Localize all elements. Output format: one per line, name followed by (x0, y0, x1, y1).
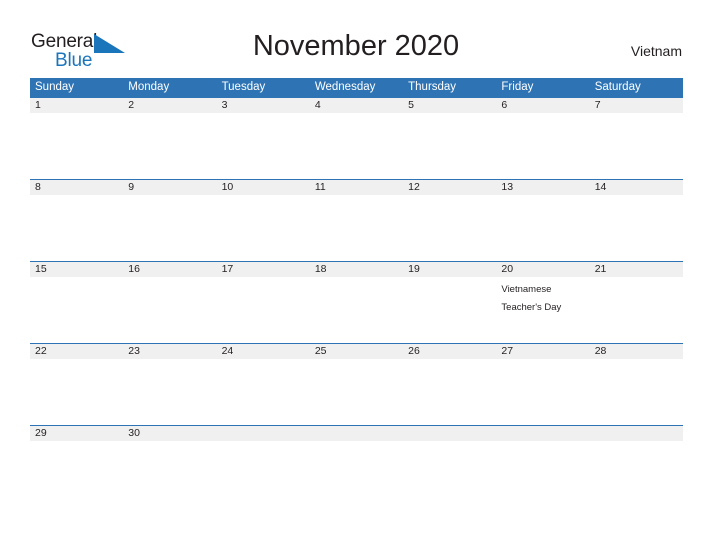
weekday-wednesday: Wednesday (314, 81, 376, 93)
day-cell-number[interactable]: 10 (217, 180, 310, 195)
day-cell-number[interactable]: 20 (496, 262, 589, 277)
day-cell-number[interactable]: 3 (217, 98, 310, 113)
day-cell-events[interactable] (30, 441, 123, 507)
day-cell-events[interactable] (310, 277, 403, 343)
day-cell-events[interactable] (590, 195, 683, 261)
day-cell-events[interactable] (217, 277, 310, 343)
day-cell-events (496, 441, 589, 507)
weekday-tuesday: Tuesday (221, 81, 266, 93)
day-cell-number[interactable]: 19 (403, 262, 496, 277)
week-row: 1 2 3 4 5 6 7 (30, 97, 683, 179)
day-cell-events[interactable] (217, 195, 310, 261)
week-date-band: 15 16 17 18 19 20 21 (30, 262, 683, 277)
day-cell-number[interactable]: 24 (217, 344, 310, 359)
week-event-band (30, 359, 683, 425)
day-cell-events[interactable] (496, 359, 589, 425)
day-cell-number[interactable]: 27 (496, 344, 589, 359)
day-cell-empty (590, 426, 683, 441)
day-cell-number[interactable]: 25 (310, 344, 403, 359)
page-header: General Blue November 2020 Vietnam (0, 0, 712, 78)
day-cell-events[interactable] (123, 359, 216, 425)
day-cell-events[interactable] (496, 195, 589, 261)
day-cell-number[interactable]: 6 (496, 98, 589, 113)
week-date-band: 29 30 (30, 426, 683, 441)
day-cell-events[interactable] (403, 195, 496, 261)
day-cell-empty (496, 426, 589, 441)
day-cell-empty (403, 426, 496, 441)
day-cell-number[interactable]: 7 (590, 98, 683, 113)
day-cell-events (403, 441, 496, 507)
day-cell-empty (310, 426, 403, 441)
week-row: 8 9 10 11 12 13 14 (30, 179, 683, 261)
weekday-thursday: Thursday (408, 81, 457, 93)
day-cell-number[interactable]: 28 (590, 344, 683, 359)
day-cell-number[interactable]: 1 (30, 98, 123, 113)
day-cell-number[interactable]: 30 (123, 426, 216, 441)
day-cell-events[interactable] (403, 359, 496, 425)
event-text: Vietnamese Teacher's Day (501, 284, 562, 313)
day-cell-events[interactable] (496, 113, 589, 179)
day-cell-number[interactable]: 22 (30, 344, 123, 359)
day-cell-number[interactable]: 8 (30, 180, 123, 195)
week-event-band (30, 113, 683, 179)
day-cell-events[interactable] (590, 277, 683, 343)
day-cell-events[interactable] (403, 277, 496, 343)
calendar-grid: Sunday Monday Tuesday Wednesday Thursday… (30, 78, 683, 507)
day-cell-events[interactable] (123, 441, 216, 507)
week-row: 22 23 24 25 26 27 28 (30, 343, 683, 425)
day-cell-number[interactable]: 15 (30, 262, 123, 277)
day-cell-events[interactable] (30, 359, 123, 425)
day-cell-events-holiday[interactable]: Vietnamese Teacher's Day (496, 277, 589, 343)
day-cell-events[interactable] (30, 113, 123, 179)
day-cell-events[interactable] (590, 359, 683, 425)
week-event-band: Vietnamese Teacher's Day (30, 277, 683, 343)
week-event-band (30, 195, 683, 261)
day-cell-events[interactable] (403, 113, 496, 179)
country-label: Vietnam (630, 43, 682, 59)
day-cell-events[interactable] (310, 113, 403, 179)
day-cell-number[interactable]: 9 (123, 180, 216, 195)
day-cell-events (590, 441, 683, 507)
day-cell-events[interactable] (310, 195, 403, 261)
day-cell-events (310, 441, 403, 507)
day-cell-events[interactable] (217, 113, 310, 179)
day-cell-events (217, 441, 310, 507)
day-cell-number[interactable]: 21 (590, 262, 683, 277)
day-cell-events[interactable] (30, 195, 123, 261)
weekday-monday: Monday (128, 81, 170, 93)
weekday-header-row: Sunday Monday Tuesday Wednesday Thursday… (30, 78, 683, 97)
week-date-band: 22 23 24 25 26 27 28 (30, 344, 683, 359)
day-cell-number[interactable]: 11 (310, 180, 403, 195)
day-cell-number[interactable]: 14 (590, 180, 683, 195)
day-cell-number[interactable]: 4 (310, 98, 403, 113)
calendar-page: General Blue November 2020 Vietnam Sunda… (0, 0, 712, 550)
day-cell-number[interactable]: 16 (123, 262, 216, 277)
day-cell-number[interactable]: 13 (496, 180, 589, 195)
week-row: 29 30 (30, 425, 683, 507)
week-date-band: 8 9 10 11 12 13 14 (30, 180, 683, 195)
day-cell-number[interactable]: 17 (217, 262, 310, 277)
week-date-band: 1 2 3 4 5 6 7 (30, 98, 683, 113)
day-cell-events[interactable] (30, 277, 123, 343)
day-cell-number[interactable]: 18 (310, 262, 403, 277)
weekday-saturday: Saturday (594, 81, 641, 93)
day-cell-events[interactable] (590, 113, 683, 179)
week-row: 15 16 17 18 19 20 21 Vietnamese Teacher'… (30, 261, 683, 343)
day-cell-empty (217, 426, 310, 441)
day-cell-number[interactable]: 29 (30, 426, 123, 441)
week-event-band (30, 441, 683, 507)
day-cell-events[interactable] (123, 113, 216, 179)
day-cell-number[interactable]: 23 (123, 344, 216, 359)
weekday-friday: Friday (501, 81, 534, 93)
day-cell-events[interactable] (123, 277, 216, 343)
day-cell-events[interactable] (310, 359, 403, 425)
page-title: November 2020 (252, 30, 460, 62)
day-cell-number[interactable]: 5 (403, 98, 496, 113)
day-cell-number[interactable]: 2 (123, 98, 216, 113)
day-cell-events[interactable] (217, 359, 310, 425)
day-cell-events[interactable] (123, 195, 216, 261)
day-cell-number[interactable]: 26 (403, 344, 496, 359)
weekday-sunday: Sunday (35, 81, 75, 93)
day-cell-number[interactable]: 12 (403, 180, 496, 195)
